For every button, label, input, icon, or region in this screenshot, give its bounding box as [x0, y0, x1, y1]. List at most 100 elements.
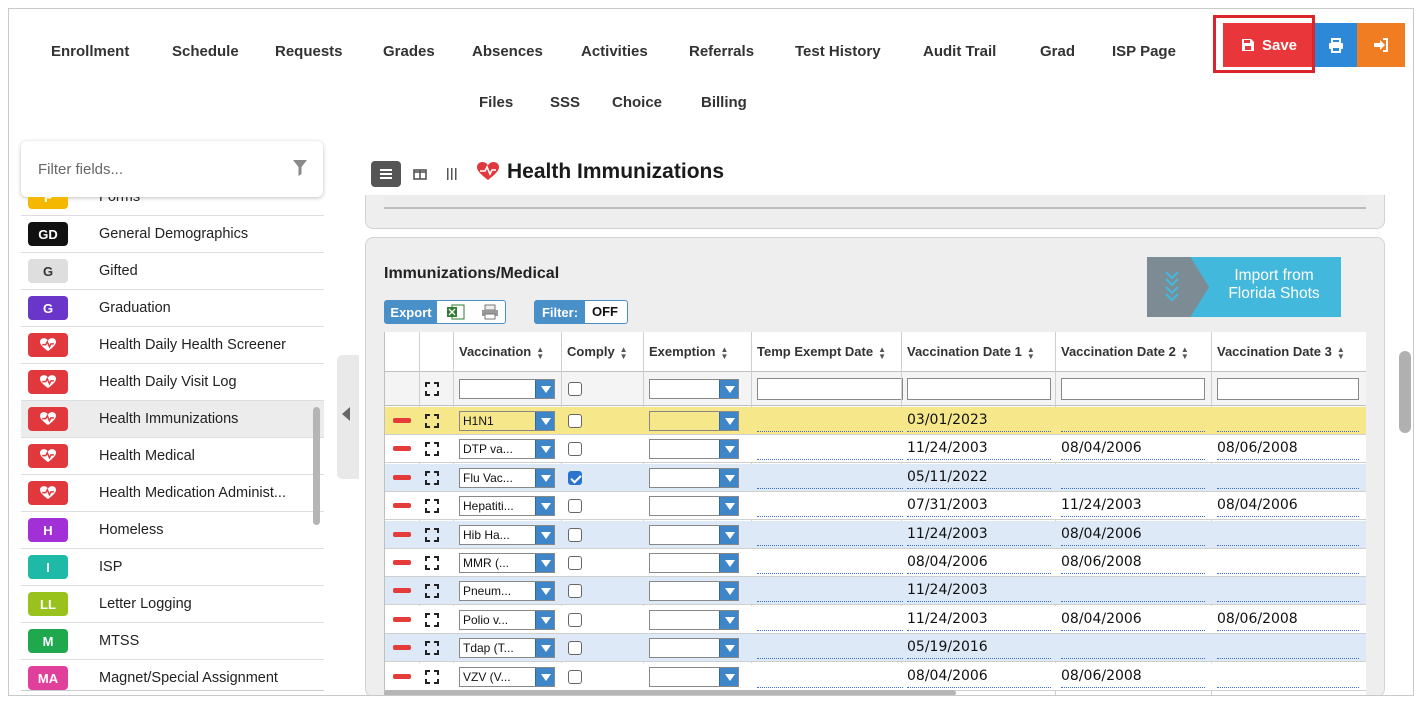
dropdown-arrow-icon[interactable]	[535, 497, 554, 516]
sidebar-item[interactable]: Health Medical	[21, 438, 324, 475]
vaccination-date-3[interactable]: 08/06/2008	[1217, 440, 1298, 456]
delete-row-icon[interactable]	[393, 645, 411, 651]
dropdown-arrow-icon[interactable]	[719, 412, 738, 430]
vaccination-select[interactable]: H1N1	[459, 411, 555, 431]
nav-billing[interactable]: Billing	[701, 94, 747, 111]
sort-icon[interactable]: ▲ ▼	[620, 345, 628, 360]
date-input-underline[interactable]	[1217, 544, 1359, 546]
nav-files[interactable]: Files	[479, 94, 513, 111]
date-input-underline[interactable]	[907, 431, 1051, 432]
sidebar-item[interactable]: F Forms	[21, 197, 324, 216]
nav-referrals[interactable]: Referrals	[689, 43, 754, 60]
dropdown-arrow-icon[interactable]	[535, 639, 554, 658]
dropdown-arrow-icon[interactable]	[535, 468, 554, 487]
exemption-select[interactable]	[649, 553, 739, 573]
date-input-underline[interactable]	[757, 658, 903, 660]
column-header[interactable]: Vaccination ▲ ▼	[459, 344, 544, 360]
filter-fields-input[interactable]: Filter fields...	[21, 141, 323, 197]
exemption-select[interactable]	[649, 439, 739, 460]
vaccination-date-1[interactable]: 11/24/2003	[907, 582, 988, 598]
exemption-select[interactable]	[649, 467, 739, 488]
date-input-underline[interactable]	[1217, 573, 1359, 574]
export-button[interactable]: Export	[384, 300, 506, 324]
date-input-underline[interactable]	[757, 686, 903, 688]
expand-icon[interactable]	[425, 556, 439, 570]
temp-exempt-date-filter[interactable]	[757, 378, 903, 400]
date-input-underline[interactable]	[1061, 573, 1205, 574]
date-input-underline[interactable]	[757, 459, 903, 461]
sidebar-item[interactable]: H Homeless	[21, 512, 324, 549]
vaccination-date-1-filter[interactable]	[907, 378, 1051, 400]
exemption-select[interactable]	[649, 609, 739, 630]
date-input-underline[interactable]	[1061, 516, 1205, 518]
date-input-underline[interactable]	[1217, 459, 1359, 461]
comply-checkbox[interactable]	[568, 414, 582, 428]
dropdown-arrow-icon[interactable]	[719, 497, 738, 516]
date-input-underline[interactable]	[1061, 544, 1205, 546]
dropdown-arrow-icon[interactable]	[535, 380, 554, 398]
vaccination-date-2[interactable]: 11/24/2003	[1061, 497, 1142, 513]
sidebar-item[interactable]: M MTSS	[21, 623, 324, 660]
date-input-underline[interactable]	[757, 431, 903, 432]
vaccination-date-2[interactable]: 08/04/2006	[1061, 440, 1142, 456]
date-input-underline[interactable]	[907, 658, 1051, 660]
date-input-underline[interactable]	[757, 573, 903, 574]
two-column-view-button[interactable]	[405, 161, 435, 187]
vaccination-date-1[interactable]: 05/19/2016	[907, 639, 988, 655]
dropdown-arrow-icon[interactable]	[719, 468, 738, 487]
dropdown-arrow-icon[interactable]	[535, 412, 554, 430]
dropdown-arrow-icon[interactable]	[719, 582, 738, 601]
date-input-underline[interactable]	[757, 544, 903, 546]
exemption-select[interactable]	[649, 496, 739, 517]
comply-checkbox[interactable]	[568, 641, 582, 656]
filter-toggle-button[interactable]: Filter: OFF	[534, 300, 628, 324]
date-input-underline[interactable]	[907, 487, 1051, 489]
sort-icon[interactable]: ▲ ▼	[1337, 345, 1345, 360]
sidebar-item[interactable]: Health Medication Administ...	[21, 475, 324, 512]
vaccination-date-2[interactable]: 08/04/2006	[1061, 526, 1142, 542]
delete-row-icon[interactable]	[393, 560, 411, 565]
vaccination-date-3-filter[interactable]	[1217, 378, 1359, 400]
collapse-sidebar-button[interactable]	[337, 355, 359, 479]
vaccination-date-2[interactable]: 08/04/2006	[1061, 611, 1142, 627]
expand-icon[interactable]	[425, 499, 439, 514]
dropdown-arrow-icon[interactable]	[535, 582, 554, 601]
nav-requests[interactable]: Requests	[275, 43, 343, 60]
expand-icon[interactable]	[425, 527, 439, 542]
sort-icon[interactable]: ▲ ▼	[1181, 345, 1189, 360]
list-view-button[interactable]	[371, 161, 401, 187]
vaccination-select[interactable]: DTP va...	[459, 439, 555, 460]
dropdown-arrow-icon[interactable]	[535, 440, 554, 459]
vaccination-select[interactable]: Hepatiti...	[459, 496, 555, 517]
exemption-select[interactable]	[649, 524, 739, 545]
printer-icon[interactable]	[481, 304, 499, 320]
date-input-underline[interactable]	[757, 487, 903, 489]
date-input-underline[interactable]	[1061, 459, 1205, 461]
page-vertical-scrollbar[interactable]	[1399, 351, 1411, 433]
date-input-underline[interactable]	[1217, 686, 1359, 688]
date-input-underline[interactable]	[1217, 431, 1359, 432]
column-header[interactable]: Temp Exempt Date ▲ ▼	[757, 344, 886, 360]
vaccination-date-1[interactable]: 05/11/2022	[907, 469, 988, 485]
date-input-underline[interactable]	[1061, 658, 1205, 660]
sidebar-item[interactable]: Health Daily Visit Log	[21, 364, 324, 401]
column-header[interactable]: Vaccination Date 3 ▲ ▼	[1217, 344, 1345, 360]
vaccination-date-2[interactable]: 08/06/2008	[1061, 668, 1142, 684]
nav-test-history[interactable]: Test History	[795, 43, 881, 60]
date-input-underline[interactable]	[907, 573, 1051, 574]
sort-icon[interactable]: ▲ ▼	[1027, 345, 1035, 360]
date-input-underline[interactable]	[907, 629, 1051, 631]
vaccination-date-1[interactable]: 11/24/2003	[907, 526, 988, 542]
nav-absences[interactable]: Absences	[472, 43, 543, 60]
expand-icon[interactable]	[425, 382, 439, 396]
date-input-underline[interactable]	[907, 686, 1051, 688]
nav-enrollment[interactable]: Enrollment	[51, 43, 129, 60]
column-header[interactable]: Vaccination Date 1 ▲ ▼	[907, 344, 1035, 360]
expand-icon[interactable]	[425, 584, 439, 599]
sidebar-item[interactable]: Health Daily Health Screener	[21, 327, 324, 364]
nav-grad[interactable]: Grad	[1040, 43, 1075, 60]
comply-checkbox[interactable]	[568, 442, 582, 457]
sort-icon[interactable]: ▲ ▼	[720, 345, 728, 360]
delete-row-icon[interactable]	[393, 474, 411, 480]
vaccination-date-1[interactable]: 08/04/2006	[907, 668, 988, 684]
